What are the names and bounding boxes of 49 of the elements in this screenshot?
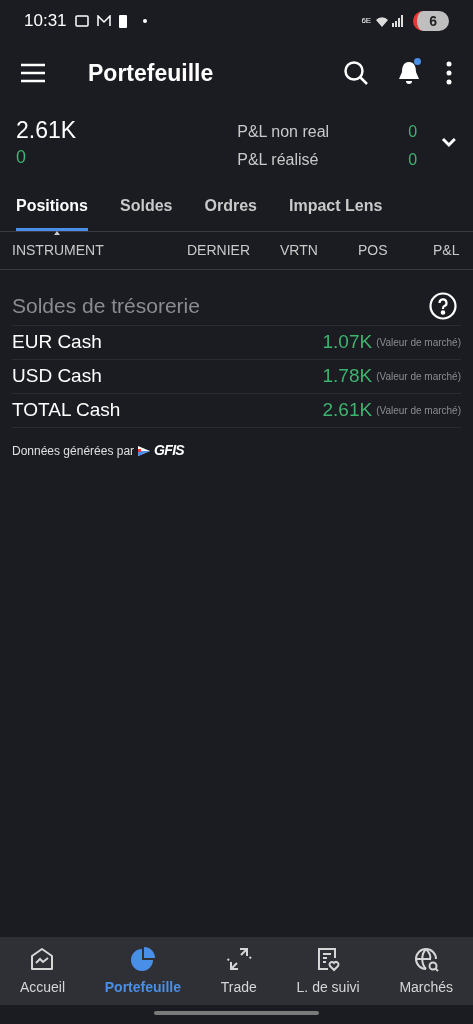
page-title: Portefeuille [88,58,215,88]
value-note: (Valeur de marché) [376,370,461,384]
network-label: 6E [361,15,372,27]
pnl-label: P&L réalisé [237,150,320,170]
more-icon[interactable] [445,61,453,85]
nav-item[interactable]: Marchés [399,944,454,998]
portfolio-change: 0 [16,146,27,169]
tab[interactable]: Ordres [204,184,257,231]
battery-indicator: 6 [413,11,449,31]
dot-icon [142,19,147,23]
battery-alert-icon [118,14,127,28]
help-icon[interactable] [429,291,457,320]
nav-item[interactable]: Trade [220,944,257,998]
column-header[interactable]: DERNIER [187,242,250,258]
cash-name: TOTAL Cash [12,398,122,423]
cash-name: USD Cash [12,364,103,389]
pnl-value: 0 [408,122,418,142]
provider-logo-icon [138,443,151,458]
attribution-text: Données générées par [12,442,135,460]
cash-name: EUR Cash [12,330,103,355]
pie-chart-icon [128,944,157,973]
column-header[interactable]: P&L [433,242,460,258]
nav-item[interactable]: Accueil [19,944,65,998]
chevron-down-icon[interactable] [441,136,457,148]
pnl-label: P&L non real [237,122,331,142]
signal-icon [375,14,406,28]
tab[interactable]: Positions [16,184,88,231]
search-icon[interactable] [343,60,369,86]
screenshot-icon [74,14,89,28]
provider-name: GFIS [154,441,184,460]
cash-value: 1.07K [322,330,373,355]
cash-value: 1.78K [322,364,373,389]
pnl-value: 0 [408,150,418,170]
column-header[interactable]: VRTN [280,242,318,258]
cash-value: 2.61K [322,398,373,423]
section-title: Soldes de trésorerie [12,292,200,319]
value-note: (Valeur de marché) [376,336,461,350]
menu-icon[interactable] [20,63,46,83]
portfolio-value: 2.61K [16,116,78,144]
clock: 10:31 [24,10,67,33]
nav-item[interactable]: L. de suivi [296,944,360,998]
column-header[interactable]: POS [358,242,388,258]
column-header[interactable]: INSTRUMENT [12,242,104,258]
tab[interactable]: Impact Lens [288,184,383,231]
tab[interactable]: Soldes [120,184,173,231]
nav-item[interactable]: Portefeuille [104,944,181,998]
mail-icon [96,15,111,27]
value-note: (Valeur de marché) [376,404,461,418]
bell-icon[interactable] [397,60,421,86]
